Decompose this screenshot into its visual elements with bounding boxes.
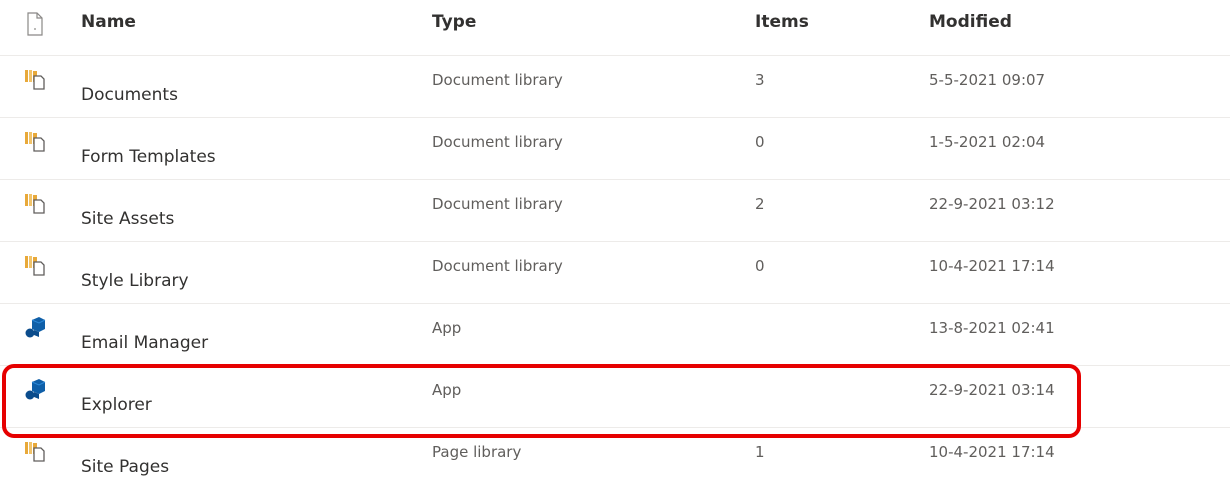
row-name-link[interactable]: Documents <box>81 85 178 105</box>
row-name-link[interactable]: Site Assets <box>81 209 174 229</box>
row-type: App <box>432 319 462 337</box>
row-modified: 10-4-2021 17:14 <box>929 257 1055 275</box>
table-row[interactable]: Email Manager App 13-8-2021 02:41 <box>0 304 1230 366</box>
column-header-name[interactable]: Name <box>81 12 136 32</box>
app-icon <box>24 378 46 400</box>
column-header-modified[interactable]: Modified <box>929 12 1012 32</box>
row-type: Document library <box>432 71 563 89</box>
column-header-type[interactable]: Type <box>432 12 476 32</box>
file-icon[interactable] <box>24 12 46 36</box>
table-row[interactable]: Site Pages Page library 1 10-4-2021 17:1… <box>0 428 1230 490</box>
row-name-link[interactable]: Email Manager <box>81 333 208 353</box>
row-name-link[interactable]: Site Pages <box>81 457 169 477</box>
table-row-explorer[interactable]: Explorer App 22-9-2021 03:14 <box>0 366 1230 428</box>
row-modified: 5-5-2021 09:07 <box>929 71 1046 89</box>
row-items: 0 <box>755 133 765 151</box>
row-type: Document library <box>432 133 563 151</box>
table-row[interactable]: Documents Document library 3 5-5-2021 09… <box>0 56 1230 118</box>
row-modified: 10-4-2021 17:14 <box>929 443 1055 461</box>
document-library-icon <box>24 130 46 152</box>
table-row[interactable]: Form Templates Document library 0 1-5-20… <box>0 118 1230 180</box>
row-name-link[interactable]: Explorer <box>81 395 152 415</box>
row-type: Document library <box>432 195 563 213</box>
document-library-icon <box>24 192 46 214</box>
row-modified: 13-8-2021 02:41 <box>929 319 1055 337</box>
row-type: Page library <box>432 443 522 461</box>
row-modified: 1-5-2021 02:04 <box>929 133 1046 151</box>
row-modified: 22-9-2021 03:12 <box>929 195 1055 213</box>
row-name-link[interactable]: Style Library <box>81 271 189 291</box>
row-type: Document library <box>432 257 563 275</box>
row-items: 3 <box>755 71 765 89</box>
table-row[interactable]: Style Library Document library 0 10-4-20… <box>0 242 1230 304</box>
row-modified: 22-9-2021 03:14 <box>929 381 1055 399</box>
table-row[interactable]: Site Assets Document library 2 22-9-2021… <box>0 180 1230 242</box>
document-library-icon <box>24 68 46 90</box>
document-library-icon <box>24 440 46 462</box>
contents-table: Name Type Items Modified Documents Docum… <box>0 0 1230 490</box>
document-library-icon <box>24 254 46 276</box>
row-name-link[interactable]: Form Templates <box>81 147 216 167</box>
row-items: 2 <box>755 195 765 213</box>
row-items: 1 <box>755 443 765 461</box>
app-icon <box>24 316 46 338</box>
row-items: 0 <box>755 257 765 275</box>
column-header-items[interactable]: Items <box>755 12 809 32</box>
row-type: App <box>432 381 462 399</box>
table-header: Name Type Items Modified <box>0 0 1230 56</box>
